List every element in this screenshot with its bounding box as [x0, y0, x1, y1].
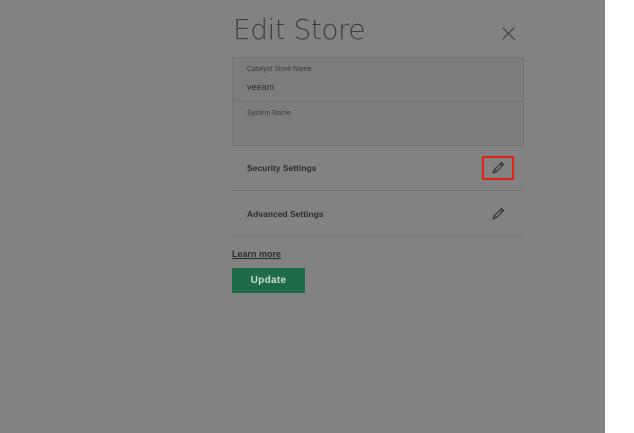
setting-label: Advanced Settings: [247, 209, 324, 219]
edit-store-dialog: Edit Store Catalyst Store Name veeam Sys…: [232, 0, 532, 433]
dialog-title: Edit Store: [233, 13, 366, 46]
catalyst-store-name-field[interactable]: Catalyst Store Name veeam: [233, 58, 523, 102]
update-button[interactable]: Update: [232, 268, 305, 293]
pencil-icon: [492, 207, 505, 220]
learn-more-link[interactable]: Learn more: [232, 249, 281, 259]
system-name-field[interactable]: System Name: [233, 102, 523, 146]
pencil-icon: [492, 161, 505, 174]
security-settings-row: Security Settings: [232, 145, 524, 191]
field-label: Catalyst Store Name: [247, 66, 312, 73]
field-label: System Name: [247, 110, 291, 117]
edit-advanced-settings-button[interactable]: [482, 202, 514, 226]
close-icon[interactable]: [500, 24, 518, 42]
field-value: veeam: [247, 82, 275, 92]
page-edge-strip: [605, 0, 634, 433]
setting-label: Security Settings: [247, 163, 317, 173]
edit-security-settings-button[interactable]: [482, 156, 514, 180]
advanced-settings-row: Advanced Settings: [232, 191, 524, 237]
store-fields-box: Catalyst Store Name veeam System Name: [232, 57, 524, 146]
